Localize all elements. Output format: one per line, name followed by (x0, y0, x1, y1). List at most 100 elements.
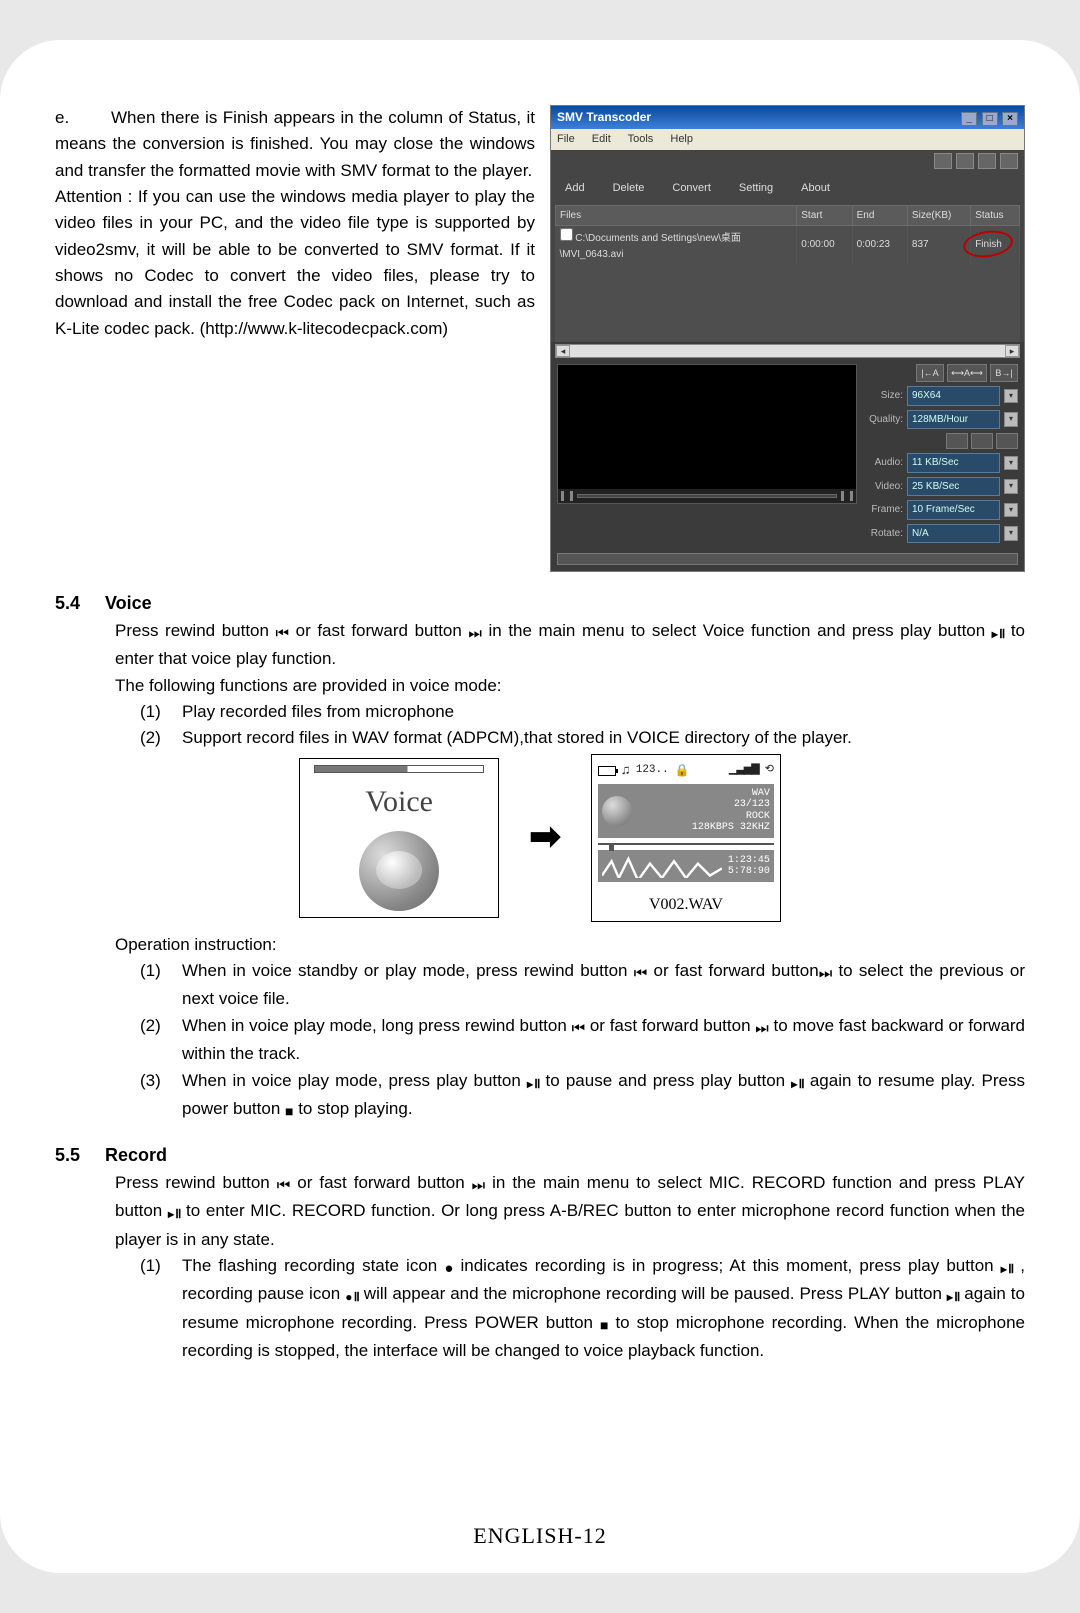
preview-panel: |←A ⟷A⟷ B→| Size: 96X64 ▾ Quality: 128MB… (551, 358, 1024, 549)
intro-e-letter: e. (55, 105, 111, 131)
quality-field: Quality: 128MB/Hour ▾ (863, 410, 1018, 430)
frame-dropdown-icon[interactable]: ▾ (1004, 503, 1018, 517)
file-status: Finish (975, 237, 1002, 253)
sec54-op1: (1) When in voice standby or play mode, … (140, 958, 1025, 1013)
toolbar-convert[interactable]: Convert (658, 176, 725, 201)
preview-end-icon[interactable] (841, 491, 853, 501)
size-select[interactable]: 96X64 (907, 386, 1000, 406)
rotate-select[interactable]: N/A (907, 524, 1000, 544)
close-button[interactable]: × (1002, 112, 1018, 126)
manual-page: { "page_number": "ENGLISH-12", "intro": … (0, 40, 1080, 1573)
statusbar: ♫ 123.. 🔒 ▁▃▅▇ ⟲ (598, 761, 774, 781)
scroll-track[interactable] (570, 345, 1005, 357)
trim-a-button[interactable]: |←A (916, 364, 944, 382)
toolbar: Add Delete Convert Setting About (551, 172, 1024, 205)
record-pause-icon (345, 1283, 359, 1309)
trim-x-button[interactable]: ⟷A⟷ (947, 364, 987, 382)
file-checkbox[interactable] (560, 228, 573, 241)
horizontal-scrollbar[interactable]: ◂ ▸ (555, 344, 1020, 358)
preview-seek-slider[interactable] (577, 494, 837, 498)
audio-field: Audio: 11 KB/Sec ▾ (863, 453, 1018, 473)
settings-panel: |←A ⟷A⟷ B→| Size: 96X64 ▾ Quality: 128MB… (863, 364, 1018, 543)
operation-instruction-heading: Operation instruction: (115, 932, 1025, 958)
battery-icon (598, 766, 616, 776)
rotate-label: Rotate: (863, 526, 903, 542)
menu-file[interactable]: File (557, 133, 575, 145)
voice-figure: Voice ➡ ♫ 123.. 🔒 ▁▃▅▇ ⟲ WAV 23/123 ROCK… (55, 754, 1025, 922)
view-back-button[interactable] (956, 153, 974, 169)
scroll-left-button[interactable]: ◂ (556, 345, 570, 357)
play-button[interactable] (971, 433, 993, 449)
file-table: Files Start End Size(KB) Status C:\Docum… (551, 205, 1024, 343)
voice-filename: V002.WAV (598, 893, 774, 918)
size-dropdown-icon[interactable]: ▾ (1004, 389, 1018, 403)
sec55-p1: Press rewind button or fast forward butt… (115, 1170, 1025, 1253)
fastforward-icon (472, 1172, 486, 1198)
rotate-dropdown-icon[interactable]: ▾ (1004, 526, 1018, 540)
menu-edit[interactable]: Edit (592, 133, 611, 145)
track-number: 23/123 (638, 799, 770, 811)
fullscreen-button[interactable] (934, 153, 952, 169)
maximize-button[interactable]: □ (982, 112, 998, 126)
file-start: 0:00:00 (797, 226, 852, 265)
minimize-button[interactable]: _ (961, 112, 977, 126)
sec54-p1: Press rewind button or fast forward butt… (115, 618, 1025, 673)
playpause-icon (947, 1283, 959, 1309)
preview-playbar (558, 489, 856, 503)
audio-select[interactable]: 11 KB/Sec (907, 453, 1000, 473)
total-time: 5:78:90 (728, 866, 770, 877)
video-dropdown-icon[interactable]: ▾ (1004, 479, 1018, 493)
col-files: Files (556, 205, 797, 226)
trim-buttons: |←A ⟷A⟷ B→| (863, 364, 1018, 382)
elapsed-time: 1:23:45 (728, 855, 770, 866)
music-note-icon: ♫ (622, 761, 630, 781)
quality-select[interactable]: 128MB/Hour (907, 410, 1000, 430)
rewind-icon (277, 1172, 291, 1198)
menu-bar: File Edit Tools Help (551, 129, 1024, 150)
window-titlebar: SMV Transcoder _ □ × (551, 106, 1024, 129)
stop-button[interactable] (996, 433, 1018, 449)
sec54-p2: The following functions are provided in … (115, 673, 1025, 699)
col-start: Start (797, 205, 852, 226)
size-field: Size: 96X64 ▾ (863, 386, 1018, 406)
intro-attention: Attention : If you can use the windows m… (55, 184, 535, 342)
playpause-icon (992, 620, 1004, 646)
audio-dropdown-icon[interactable]: ▾ (1004, 456, 1018, 470)
codec-name: ROCK (638, 811, 770, 823)
voice-menu-screen: Voice (299, 758, 499, 918)
playpause-icon (791, 1070, 803, 1096)
intro-text-column: e.When there is Finish appears in the co… (55, 105, 535, 572)
toolbar-about[interactable]: About (787, 176, 844, 201)
menu-help[interactable]: Help (670, 133, 693, 145)
section-5-5-num: 5.5 (55, 1142, 105, 1170)
playpause-icon (168, 1200, 180, 1226)
toolbar-delete[interactable]: Delete (599, 176, 659, 201)
table-row[interactable]: C:\Documents and Settings\new\桌面\MVI_064… (556, 226, 1020, 265)
track-counter-icon: 123.. (636, 762, 669, 779)
view-buttons-row (551, 150, 1024, 172)
toolbar-add[interactable]: Add (551, 176, 599, 201)
menu-tools[interactable]: Tools (628, 133, 654, 145)
quality-dropdown-icon[interactable]: ▾ (1004, 412, 1018, 426)
file-path: C:\Documents and Settings\new\桌面\MVI_064… (560, 233, 741, 260)
view-close-button[interactable] (1000, 153, 1018, 169)
section-5-5-title: Record (105, 1145, 167, 1165)
toolbar-setting[interactable]: Setting (725, 176, 787, 201)
sec54-item2: (2)Support record files in WAV format (A… (140, 725, 1025, 751)
frame-select[interactable]: 10 Frame/Sec (907, 500, 1000, 520)
fastforward-icon (755, 1015, 769, 1041)
rotate-field: Rotate: N/A ▾ (863, 524, 1018, 544)
video-label: Video: (863, 479, 903, 495)
video-field: Video: 25 KB/Sec ▾ (863, 477, 1018, 497)
scroll-right-button[interactable]: ▸ (1005, 345, 1019, 357)
fastforward-icon (468, 620, 482, 646)
mute-button[interactable] (946, 433, 968, 449)
track-info-panel: WAV 23/123 ROCK 128KBPS 32KHZ (598, 784, 774, 838)
speaker-buttons (863, 433, 1018, 449)
col-status: Status (971, 205, 1020, 226)
preview-video (557, 364, 857, 504)
view-fwd-button[interactable] (978, 153, 996, 169)
preview-playpause-icon[interactable] (561, 491, 573, 501)
video-select[interactable]: 25 KB/Sec (907, 477, 1000, 497)
trim-b-button[interactable]: B→| (990, 364, 1018, 382)
